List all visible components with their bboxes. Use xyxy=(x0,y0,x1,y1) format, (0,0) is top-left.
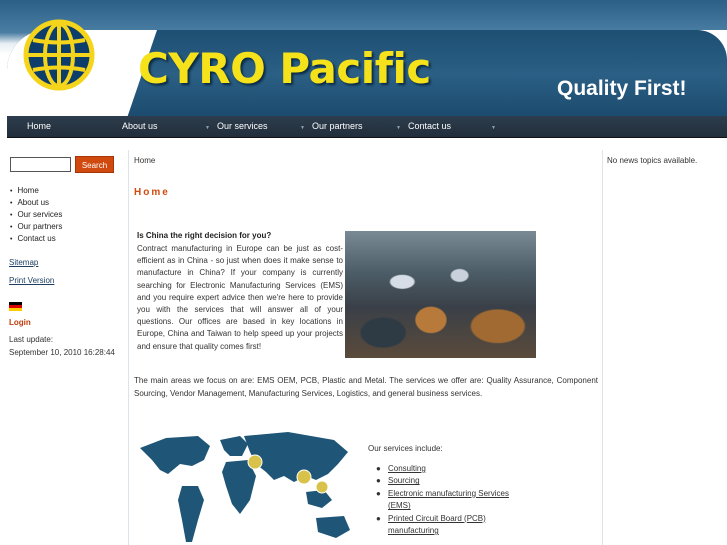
breadcrumb[interactable]: Home xyxy=(134,156,155,165)
right-sidebar: No news topics available. xyxy=(602,150,727,545)
sidebar-item-about-us[interactable]: About us xyxy=(10,197,62,209)
sidebar-item-our-services[interactable]: Our services xyxy=(10,209,62,221)
german-flag-icon[interactable] xyxy=(9,302,22,311)
sidebar-item-home[interactable]: Home xyxy=(10,185,62,197)
intro-title: Is China the right decision for you? xyxy=(137,231,272,240)
sidebar-item-our-partners[interactable]: Our partners xyxy=(10,221,62,233)
services-title: Our services include: xyxy=(368,444,443,453)
main-content: Home Home Is China the right decision fo… xyxy=(130,150,602,545)
sidebar-menu: Home About us Our services Our partners … xyxy=(10,185,62,245)
page-title: Home xyxy=(134,187,170,198)
site-title: CYRO Pacific xyxy=(138,44,431,93)
bullet-icon: ● xyxy=(376,513,381,523)
news-status: No news topics available. xyxy=(607,156,698,165)
list-item: ● Consulting xyxy=(376,463,528,475)
service-link-consulting[interactable]: Consulting xyxy=(388,464,426,473)
last-update-label: Last update: xyxy=(9,335,54,344)
globe-logo-icon[interactable] xyxy=(22,18,96,92)
service-link-pcb-cont[interactable]: manufacturing xyxy=(388,526,439,535)
nav-contact-us[interactable]: Contact us xyxy=(408,116,451,138)
focus-areas-text: The main areas we focus on are: EMS OEM,… xyxy=(134,376,598,398)
main-navbar: Home About us ▼ Our services ▼ Our partn… xyxy=(7,116,727,138)
chevron-down-icon: ▼ xyxy=(300,125,305,131)
services-list: ● Consulting ● Sourcing ● Electronic man… xyxy=(376,463,528,538)
nav-about-us[interactable]: About us xyxy=(122,116,158,138)
last-update-value: September 10, 2010 16:28:44 xyxy=(9,348,115,357)
list-item: ● Printed Circuit Board (PCB) manufactur… xyxy=(376,513,528,538)
service-link-ems[interactable]: Electronic manufacturing Services xyxy=(388,489,509,498)
nav-our-services[interactable]: Our services xyxy=(217,116,268,138)
bullet-icon: ● xyxy=(376,464,381,473)
chevron-down-icon: ▼ xyxy=(396,125,401,131)
service-link-sourcing[interactable]: Sourcing xyxy=(388,476,420,485)
chevron-down-icon: ▼ xyxy=(205,125,210,131)
service-link-ems-cont[interactable]: (EMS) xyxy=(388,501,411,510)
service-link-pcb[interactable]: Printed Circuit Board (PCB) xyxy=(388,514,486,523)
search-input[interactable] xyxy=(10,157,71,172)
list-item: ● Electronic manufacturing Services (EMS… xyxy=(376,488,528,513)
list-item: ● Sourcing xyxy=(376,475,528,487)
chevron-down-icon: ▼ xyxy=(491,125,496,131)
login-link[interactable]: Login xyxy=(9,318,31,327)
nav-home[interactable]: Home xyxy=(27,116,51,138)
search-button[interactable]: Search xyxy=(75,156,114,173)
bullet-icon: ● xyxy=(376,488,381,498)
sidebar-item-contact-us[interactable]: Contact us xyxy=(10,233,62,245)
factory-photo xyxy=(345,231,536,358)
nav-our-partners[interactable]: Our partners xyxy=(312,116,363,138)
bullet-icon: ● xyxy=(376,476,381,486)
world-map-image xyxy=(140,432,350,542)
site-slogan: Quality First! xyxy=(557,77,687,100)
sitemap-link[interactable]: Sitemap xyxy=(9,258,38,267)
print-version-link[interactable]: Print Version xyxy=(9,276,54,285)
left-sidebar: Search Home About us Our services Our pa… xyxy=(7,150,129,545)
intro-text: Contract manufacturing in Europe can be … xyxy=(137,244,343,351)
last-update: Last update: September 10, 2010 16:28:44 xyxy=(9,333,129,359)
